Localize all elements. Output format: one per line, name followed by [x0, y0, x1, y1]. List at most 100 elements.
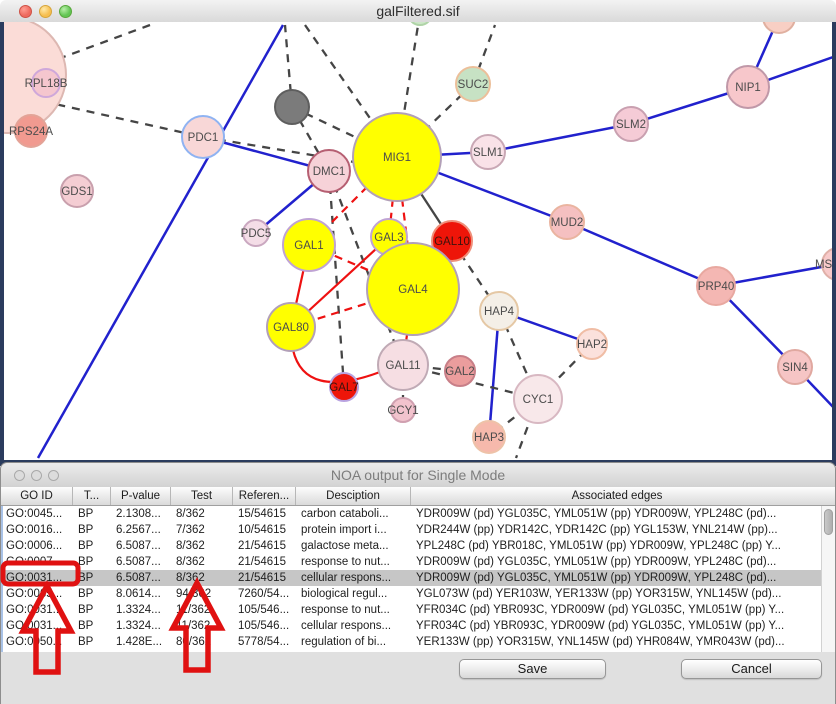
table-row[interactable]: GO:0006...BP6.5087...8/36221/54615galact… [3, 538, 835, 554]
table-cell: GO:0050... [3, 634, 75, 650]
table-cell: protein import i... [298, 522, 413, 538]
table-cell: 8/362 [173, 570, 235, 586]
table-cell: BP [75, 570, 113, 586]
cancel-button[interactable]: Cancel [681, 659, 822, 679]
table-row[interactable]: GO:0031...BP1.3324...11/362105/546...cel… [3, 618, 835, 634]
network-window: galFiltered.sif RPL18BRPS24AGDS1PDC1MIG1… [0, 0, 836, 466]
table-row[interactable]: GO:0031...BP6.5087...8/36221/54615cellul… [3, 570, 835, 586]
network-node-label-PDC1: PDC1 [188, 132, 219, 144]
network-node-label-SUC2: SUC2 [458, 79, 489, 91]
column-header-p-value[interactable]: P-value [111, 487, 171, 505]
table-row[interactable]: GO:0031...BP1.3324...11/362105/546...res… [3, 602, 835, 618]
network-edge-blue[interactable] [488, 124, 631, 152]
network-node-top-right-pink[interactable] [763, 22, 795, 33]
table-cell: BP [75, 538, 113, 554]
table-cell: GO:0031... [3, 602, 75, 618]
table-cell: cellular respons... [298, 570, 413, 586]
table-cell: YPL248C (pd) YBR018C, YML051W (pp) YDR00… [413, 538, 825, 554]
network-node-label-RPL18B: RPL18B [25, 78, 68, 90]
table-cell: YFR034C (pd) YBR093C, YDR009W (pd) YGL03… [413, 618, 825, 634]
table-cell: 80/362 [173, 634, 235, 650]
table-cell: response to nut... [298, 554, 413, 570]
network-node-label-MSL1: MSL1 [815, 259, 832, 271]
column-header-associated-edges[interactable]: Associated edges [411, 487, 823, 505]
network-node-label-SLM2: SLM2 [616, 119, 646, 131]
column-header-t-[interactable]: T... [73, 487, 111, 505]
table-cell: BP [75, 586, 113, 602]
network-canvas[interactable]: RPL18BRPS24AGDS1PDC1MIG1DMC1SUC2SLM1SLM2… [0, 22, 836, 466]
table-scrollbar-thumb[interactable] [824, 509, 833, 535]
table-cell: YER133W (pp) YOR315W, YNL145W (pd) YHR08… [413, 634, 825, 650]
network-node-top-green[interactable] [408, 22, 432, 25]
table-cell: 8/362 [173, 538, 235, 554]
table-scrollbar[interactable] [821, 506, 835, 653]
table-cell: GO:0031... [3, 618, 75, 634]
network-edge-dashed[interactable] [50, 25, 150, 62]
table-cell: 15/54615 [235, 506, 298, 522]
network-node-label-HAP2: HAP2 [577, 339, 607, 351]
column-header-go-id[interactable]: GO ID [1, 487, 73, 505]
table-cell: response to nut... [298, 602, 413, 618]
table-cell: 94/362 [173, 586, 235, 602]
network-node-label-HAP4: HAP4 [484, 306, 515, 318]
table-row[interactable]: GO:0016...BP6.2567...7/36210/54615protei… [3, 522, 835, 538]
table-cell: carbon cataboli... [298, 506, 413, 522]
column-header-desciption[interactable]: Desciption [296, 487, 411, 505]
noa-window: NOA output for Single Mode GO IDT...P-va… [0, 462, 836, 704]
screen: galFiltered.sif RPL18BRPS24AGDS1PDC1MIG1… [0, 0, 836, 704]
table-cell: 11/362 [173, 602, 235, 618]
network-node-label-MIG1: MIG1 [383, 152, 411, 164]
network-window-titlebar[interactable]: galFiltered.sif [0, 0, 836, 23]
network-node-label-GAL3: GAL3 [374, 232, 403, 244]
table-cell: YDR009W (pd) YGL035C, YML051W (pp) YDR00… [413, 554, 825, 570]
table-cell: cellular respons... [298, 618, 413, 634]
network-node-label-SLM1: SLM1 [473, 147, 503, 159]
table-cell: YDR009W (pd) YGL035C, YML051W (pp) YDR00… [413, 570, 825, 586]
table-cell: 105/546... [235, 618, 298, 634]
table-cell: YGL073W (pd) YER103W, YER133W (pp) YOR31… [413, 586, 825, 602]
table-row[interactable]: GO:0050...BP1.428E...80/3625778/54...reg… [3, 634, 835, 650]
table-cell: 1.3324... [113, 602, 173, 618]
network-node-label-GCY1: GCY1 [387, 405, 418, 417]
save-button[interactable]: Save [459, 659, 606, 679]
table-cell: GO:0016... [3, 522, 75, 538]
noa-table-header: GO IDT...P-valueTestReferen...Desciption… [1, 487, 835, 506]
table-cell: 2.1308... [113, 506, 173, 522]
table-cell: biological regul... [298, 586, 413, 602]
network-svg: RPL18BRPS24AGDS1PDC1MIG1DMC1SUC2SLM1SLM2… [4, 22, 832, 460]
network-node-label-GAL7: GAL7 [329, 382, 358, 394]
table-cell: galactose meta... [298, 538, 413, 554]
noa-button-bar: Save Cancel [1, 652, 835, 704]
table-row[interactable]: GO:0007...BP6.5087...8/36221/54615respon… [3, 554, 835, 570]
table-cell: BP [75, 522, 113, 538]
network-node-label-SIN4: SIN4 [782, 362, 808, 374]
table-cell: 1.428E... [113, 634, 173, 650]
table-row[interactable]: GO:0065...BP8.0614...94/3627260/54...bio… [3, 586, 835, 602]
network-edge-blue[interactable] [567, 222, 716, 286]
table-cell: 6.2567... [113, 522, 173, 538]
network-node-label-HAP3: HAP3 [474, 432, 504, 444]
noa-table-body[interactable]: GO:0045...BP2.1308...8/36215/54615carbon… [1, 506, 835, 654]
table-cell: 6.5087... [113, 570, 173, 586]
table-row[interactable]: GO:0045...BP2.1308...8/36215/54615carbon… [3, 506, 835, 522]
network-node-label-GAL10: GAL10 [434, 236, 470, 248]
table-cell: YDR244W (pp) YDR142C, YDR142C (pp) YGL15… [413, 522, 825, 538]
table-cell: 10/54615 [235, 522, 298, 538]
table-cell: BP [75, 506, 113, 522]
table-cell: BP [75, 634, 113, 650]
network-window-title: galFiltered.sif [0, 3, 836, 19]
table-cell: 21/54615 [235, 570, 298, 586]
network-node-label-GAL1: GAL1 [294, 240, 323, 252]
table-cell: BP [75, 602, 113, 618]
column-header-referen-[interactable]: Referen... [233, 487, 296, 505]
column-header-test[interactable]: Test [171, 487, 233, 505]
table-cell: GO:0007... [3, 554, 75, 570]
network-node-label-GDS1: GDS1 [61, 186, 92, 198]
table-cell: GO:0045... [3, 506, 75, 522]
network-node-label-GAL11: GAL11 [386, 360, 421, 372]
table-cell: 105/546... [235, 602, 298, 618]
network-node-gray-node[interactable] [275, 90, 309, 124]
noa-window-titlebar[interactable]: NOA output for Single Mode [1, 463, 835, 488]
network-node-label-CYC1: CYC1 [523, 394, 554, 406]
table-cell: 1.3324... [113, 618, 173, 634]
